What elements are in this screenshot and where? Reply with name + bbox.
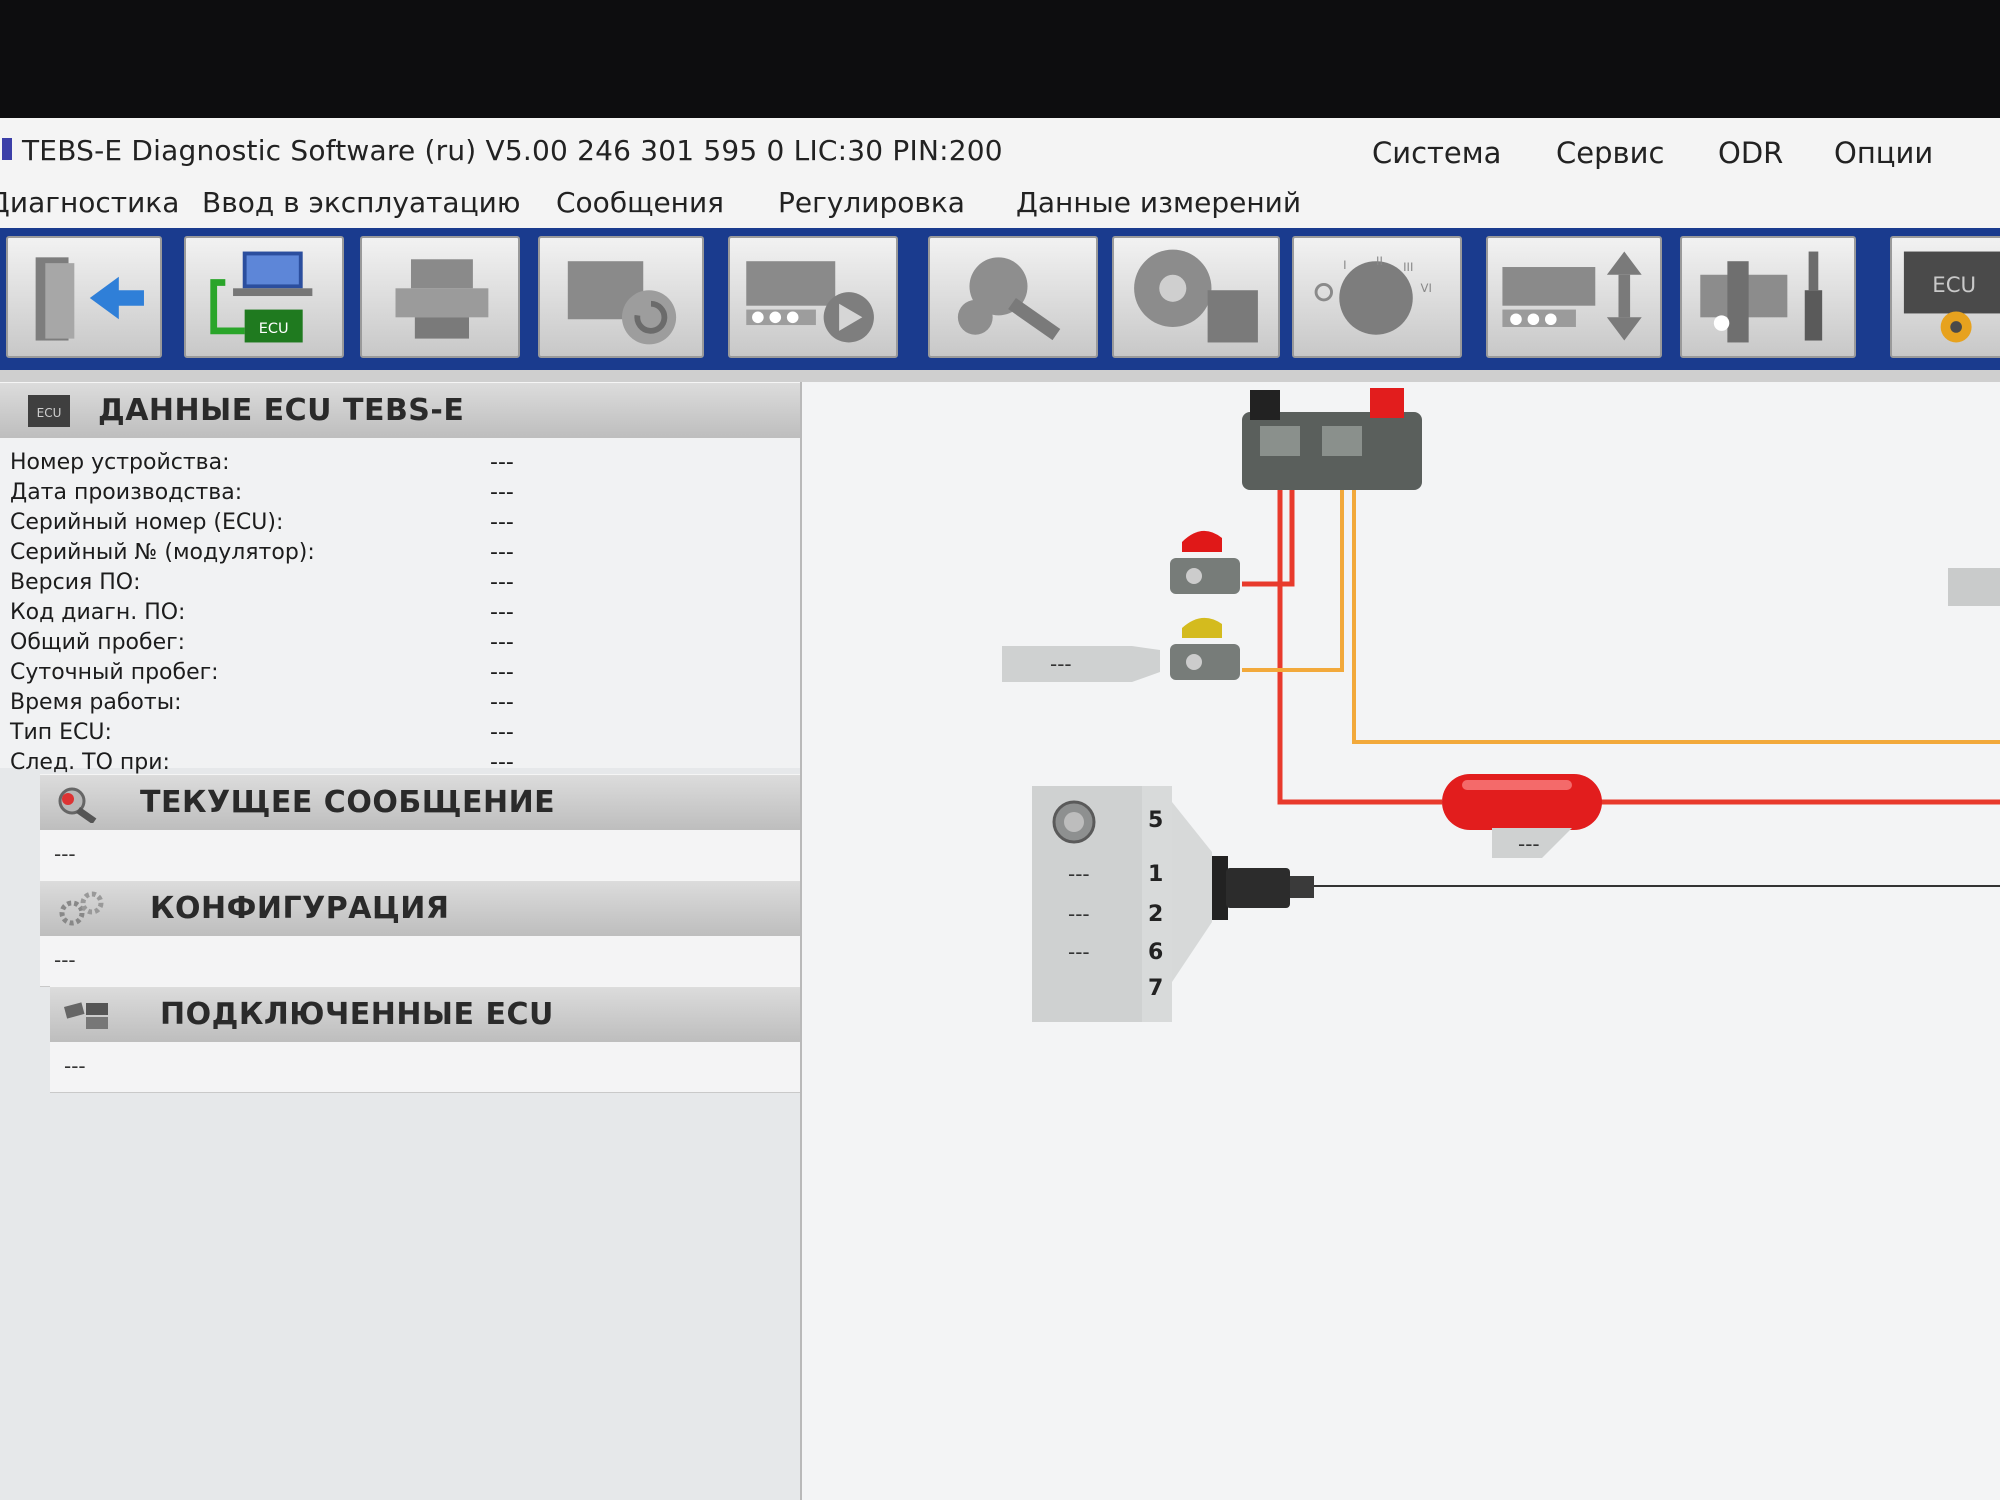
connected-ecu-title: ПОДКЛЮЧЕННЫЕ ECU xyxy=(160,997,554,1032)
connected-ecu-body: --- xyxy=(50,1042,800,1093)
control-line xyxy=(1242,484,2000,744)
pneumatic-diagram: --- --- 5 --- 1 --- 2 --- 6 7 xyxy=(802,382,2000,1500)
search-icon xyxy=(957,257,1061,341)
pin-value: --- xyxy=(1068,862,1090,886)
edge-display xyxy=(1948,568,2000,606)
svg-text:ECU: ECU xyxy=(259,321,289,337)
ecu-connect-button[interactable]: ECU xyxy=(184,236,344,358)
field-diag-code: Код диагн. ПО: --- xyxy=(10,600,514,625)
svg-text:I: I xyxy=(1343,258,1346,272)
left-panel: ECU ДАННЫЕ ECU TEBS-E Номер устройства: -… xyxy=(0,382,802,1500)
control-pressure-display xyxy=(1002,646,1160,682)
menu-system[interactable]: Система xyxy=(1372,136,1501,170)
ecu-chip-icon: ECU xyxy=(28,395,70,427)
menu-commissioning[interactable]: Ввод в эксплуатацию xyxy=(202,186,520,219)
ecu-data-header[interactable]: ECU ДАННЫЕ ECU TEBS-E xyxy=(0,382,800,440)
current-message-header[interactable]: ТЕКУЩЕЕ СООБЩЕНИЕ xyxy=(40,774,800,832)
modulator-icon: I II III VI xyxy=(1314,254,1432,335)
menu-messages[interactable]: Сообщения xyxy=(556,186,724,219)
print-button[interactable] xyxy=(360,236,520,358)
lift-axle-icon xyxy=(1502,251,1642,341)
abs-plug xyxy=(1212,856,1314,920)
toolbar-divider xyxy=(0,370,2000,382)
abs-connector-panel xyxy=(1032,786,1212,1022)
search-button[interactable] xyxy=(928,236,1098,358)
diagram-canvas xyxy=(1002,388,2000,1022)
pin-label: 5 xyxy=(1148,808,1164,833)
application-window: TEBS-E Diagnostic Software (ru) V5.00 24… xyxy=(0,118,2000,1500)
menu-bar: Диагностика Ввод в эксплуатацию Сообщени… xyxy=(0,180,2000,228)
app-icon xyxy=(2,138,12,160)
field-serial-modulator: Серийный № (модулятор): --- xyxy=(10,540,514,565)
configuration-header[interactable]: КОНФИГУРАЦИЯ xyxy=(40,880,800,938)
connected-ecu-header[interactable]: ПОДКЛЮЧЕННЫЕ ECU xyxy=(50,986,800,1044)
svg-text:ECU: ECU xyxy=(37,406,62,420)
lift-axle-button[interactable] xyxy=(1486,236,1662,358)
relay-valve xyxy=(1242,388,1422,490)
pin-label: 2 xyxy=(1148,902,1164,927)
field-total-mileage: Общий пробег: --- xyxy=(10,630,514,655)
modulator-button[interactable]: I II III VI xyxy=(1292,236,1462,358)
svg-text:III: III xyxy=(1403,260,1413,274)
menu-measurement-data[interactable]: Данные измерений xyxy=(1016,186,1301,219)
title-bar: TEBS-E Diagnostic Software (ru) V5.00 24… xyxy=(0,118,2000,181)
field-daily-mileage: Суточный пробег: --- xyxy=(10,660,514,685)
configuration-body: --- xyxy=(40,936,800,987)
ecu-connect-icon: ECU xyxy=(210,251,313,343)
svg-text:II: II xyxy=(1376,254,1383,268)
exit-icon xyxy=(35,257,144,341)
pin-label: 1 xyxy=(1148,862,1164,887)
ecu-data-title: ДАННЫЕ ECU TEBS-E xyxy=(98,393,465,428)
connected-modules-icon xyxy=(64,1002,108,1029)
menu-options[interactable]: Опции xyxy=(1834,136,1933,170)
field-software-version: Версия ПО: --- xyxy=(10,570,514,595)
exit-button[interactable] xyxy=(6,236,162,358)
gears-icon xyxy=(59,891,104,926)
drive-test-button[interactable] xyxy=(728,236,898,358)
reservoir-pressure-value: --- xyxy=(1518,832,1540,856)
air-reservoir xyxy=(1442,774,1602,830)
field-device-number: Номер устройства: --- xyxy=(10,450,514,475)
current-message-title: ТЕКУЩЕЕ СООБЩЕНИЕ xyxy=(140,785,556,820)
svg-text:VI: VI xyxy=(1421,281,1432,295)
service-tools-button[interactable] xyxy=(1680,236,1856,358)
field-production-date: Дата производства: --- xyxy=(10,480,514,505)
reset-button[interactable] xyxy=(538,236,704,358)
field-operating-time: Время работы: --- xyxy=(10,690,514,715)
menu-diagnostics[interactable]: Диагностика xyxy=(0,186,179,219)
pin-value: --- xyxy=(1068,902,1090,926)
svg-text:ECU: ECU xyxy=(1932,273,1976,298)
field-serial-ecu: Серийный номер (ECU): --- xyxy=(10,510,514,535)
menu-service[interactable]: Сервис xyxy=(1556,136,1664,170)
field-ecu-type: Тип ECU: --- xyxy=(10,720,514,745)
disk-icon xyxy=(1134,249,1258,343)
service-tools-icon xyxy=(1700,251,1823,343)
ecu-data-fields: Номер устройства: --- Дата производства: -… xyxy=(0,438,800,775)
window-title: TEBS-E Diagnostic Software (ru) V5.00 24… xyxy=(22,134,1003,167)
current-message-body: --- xyxy=(40,830,800,881)
menu-adjustment[interactable]: Регулировка xyxy=(778,186,965,219)
pin-label: 6 xyxy=(1148,940,1164,965)
control-pressure-value: --- xyxy=(1050,652,1072,676)
ecu-settings-icon: ECU xyxy=(1903,251,2000,343)
toolbar: ECU I II III VI ECU xyxy=(0,228,2000,370)
pin-label: 7 xyxy=(1148,976,1164,1001)
configuration-title: КОНФИГУРАЦИЯ xyxy=(150,891,450,926)
reset-icon xyxy=(567,261,677,345)
disk-button[interactable] xyxy=(1112,236,1280,358)
menu-odr[interactable]: ODR xyxy=(1718,136,1783,170)
yellow-coupling-head xyxy=(1170,617,1240,680)
print-icon xyxy=(395,259,489,339)
pin-value: --- xyxy=(1068,940,1090,964)
drive-test-icon xyxy=(746,261,874,343)
magnifier-icon xyxy=(58,787,97,823)
ecu-settings-button[interactable]: ECU xyxy=(1890,236,2000,358)
red-coupling-head xyxy=(1170,530,1240,594)
